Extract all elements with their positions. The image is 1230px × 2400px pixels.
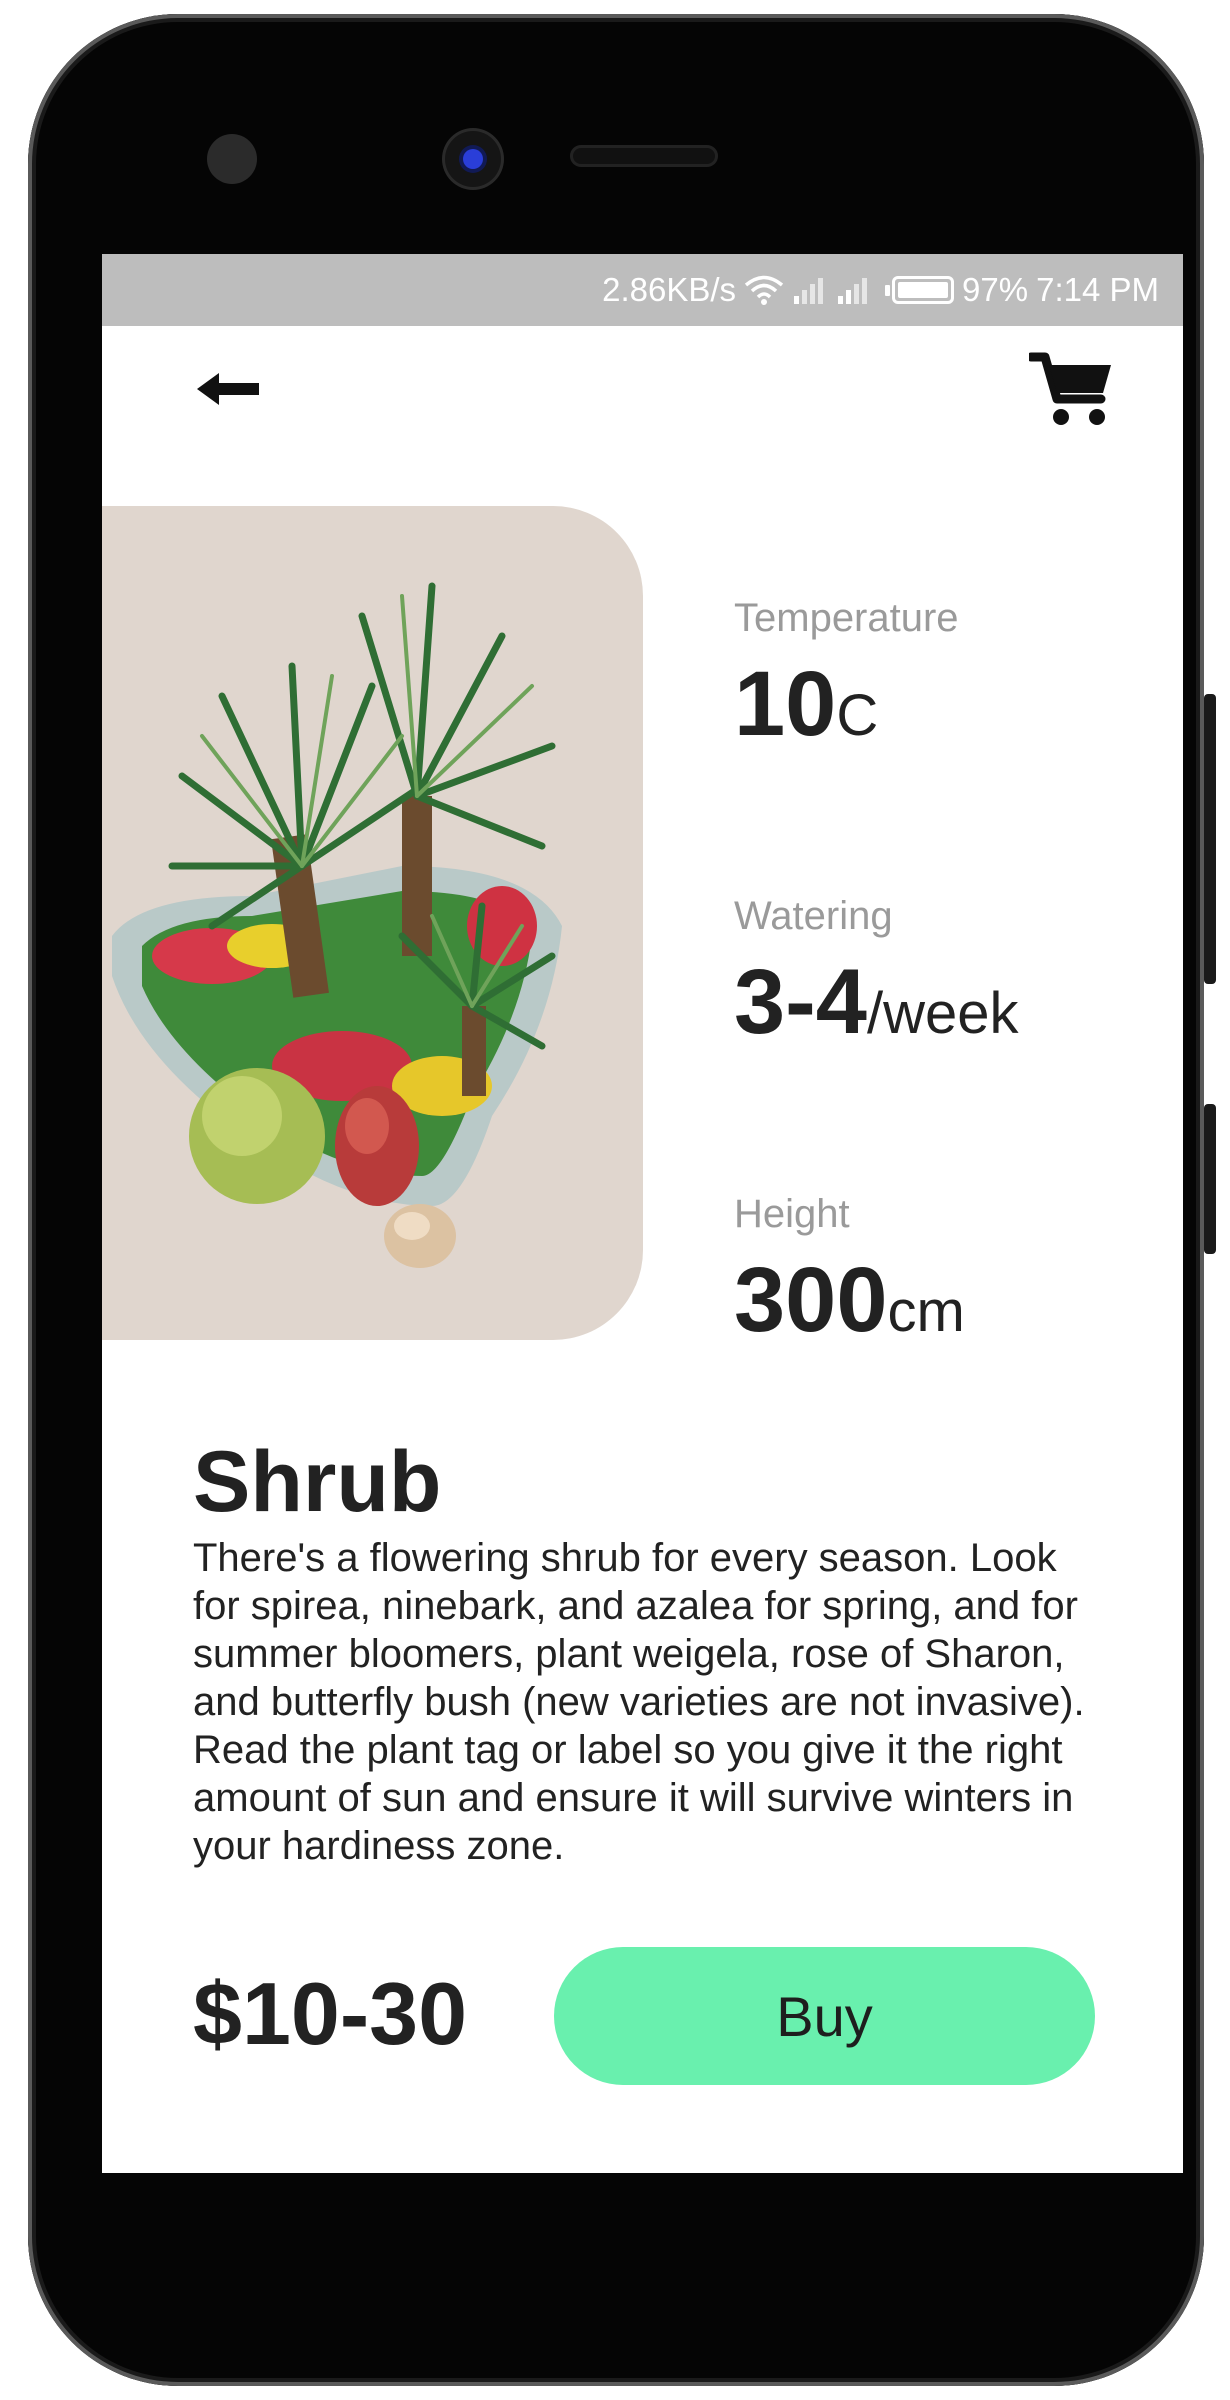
stat-height: Height 300cm (734, 1190, 965, 1362)
stat-unit: C (836, 683, 879, 748)
phone-frame: 2.86KB/s 97% 7:14 PM Temperature 10C Wat… (28, 14, 1216, 2386)
stat-temperature: Temperature 10C (734, 594, 959, 766)
clock: 7:14 PM (1036, 271, 1159, 308)
arrow-left-icon (197, 373, 259, 405)
product-title: Shrub (193, 1434, 442, 1530)
stat-value: 300cm (734, 1250, 965, 1362)
stat-value: 10C (734, 654, 959, 766)
back-button[interactable] (188, 354, 268, 424)
signal-icon (792, 274, 828, 306)
plant-image (112, 582, 562, 1268)
wifi-icon (744, 274, 784, 306)
cart-button[interactable] (1016, 340, 1126, 440)
stat-label: Temperature (734, 596, 959, 640)
stat-unit: cm (887, 1279, 965, 1344)
battery-icon (885, 276, 955, 304)
stat-unit: /week (866, 981, 1019, 1046)
stat-label: Watering (734, 894, 893, 938)
stat-number: 10 (734, 653, 837, 755)
plant-image-card (102, 506, 643, 1340)
power-button (1204, 694, 1216, 984)
status-bar: 2.86KB/s 97% 7:14 PM (102, 254, 1183, 326)
volume-button (1204, 1104, 1216, 1254)
stat-number: 3-4 (734, 951, 867, 1053)
app-screen: 2.86KB/s 97% 7:14 PM Temperature 10C Wat… (102, 254, 1183, 2173)
network-speed: 2.86KB/s (602, 271, 737, 308)
buy-button[interactable]: Buy (554, 1947, 1095, 2085)
shopping-cart-icon (1029, 352, 1111, 425)
product-price: $10-30 (193, 1964, 468, 2063)
stat-label: Height (734, 1192, 850, 1236)
stat-value: 3-4/week (734, 952, 1018, 1064)
stat-number: 300 (734, 1249, 888, 1351)
signal-icon (836, 274, 872, 306)
earpiece-speaker (570, 145, 718, 167)
proximity-sensor (207, 134, 257, 184)
front-camera (445, 131, 501, 187)
product-description: There's a flowering shrub for every seas… (193, 1536, 1085, 1868)
stat-watering: Watering 3-4/week (734, 892, 1018, 1064)
battery-percent: 97% (962, 271, 1029, 308)
